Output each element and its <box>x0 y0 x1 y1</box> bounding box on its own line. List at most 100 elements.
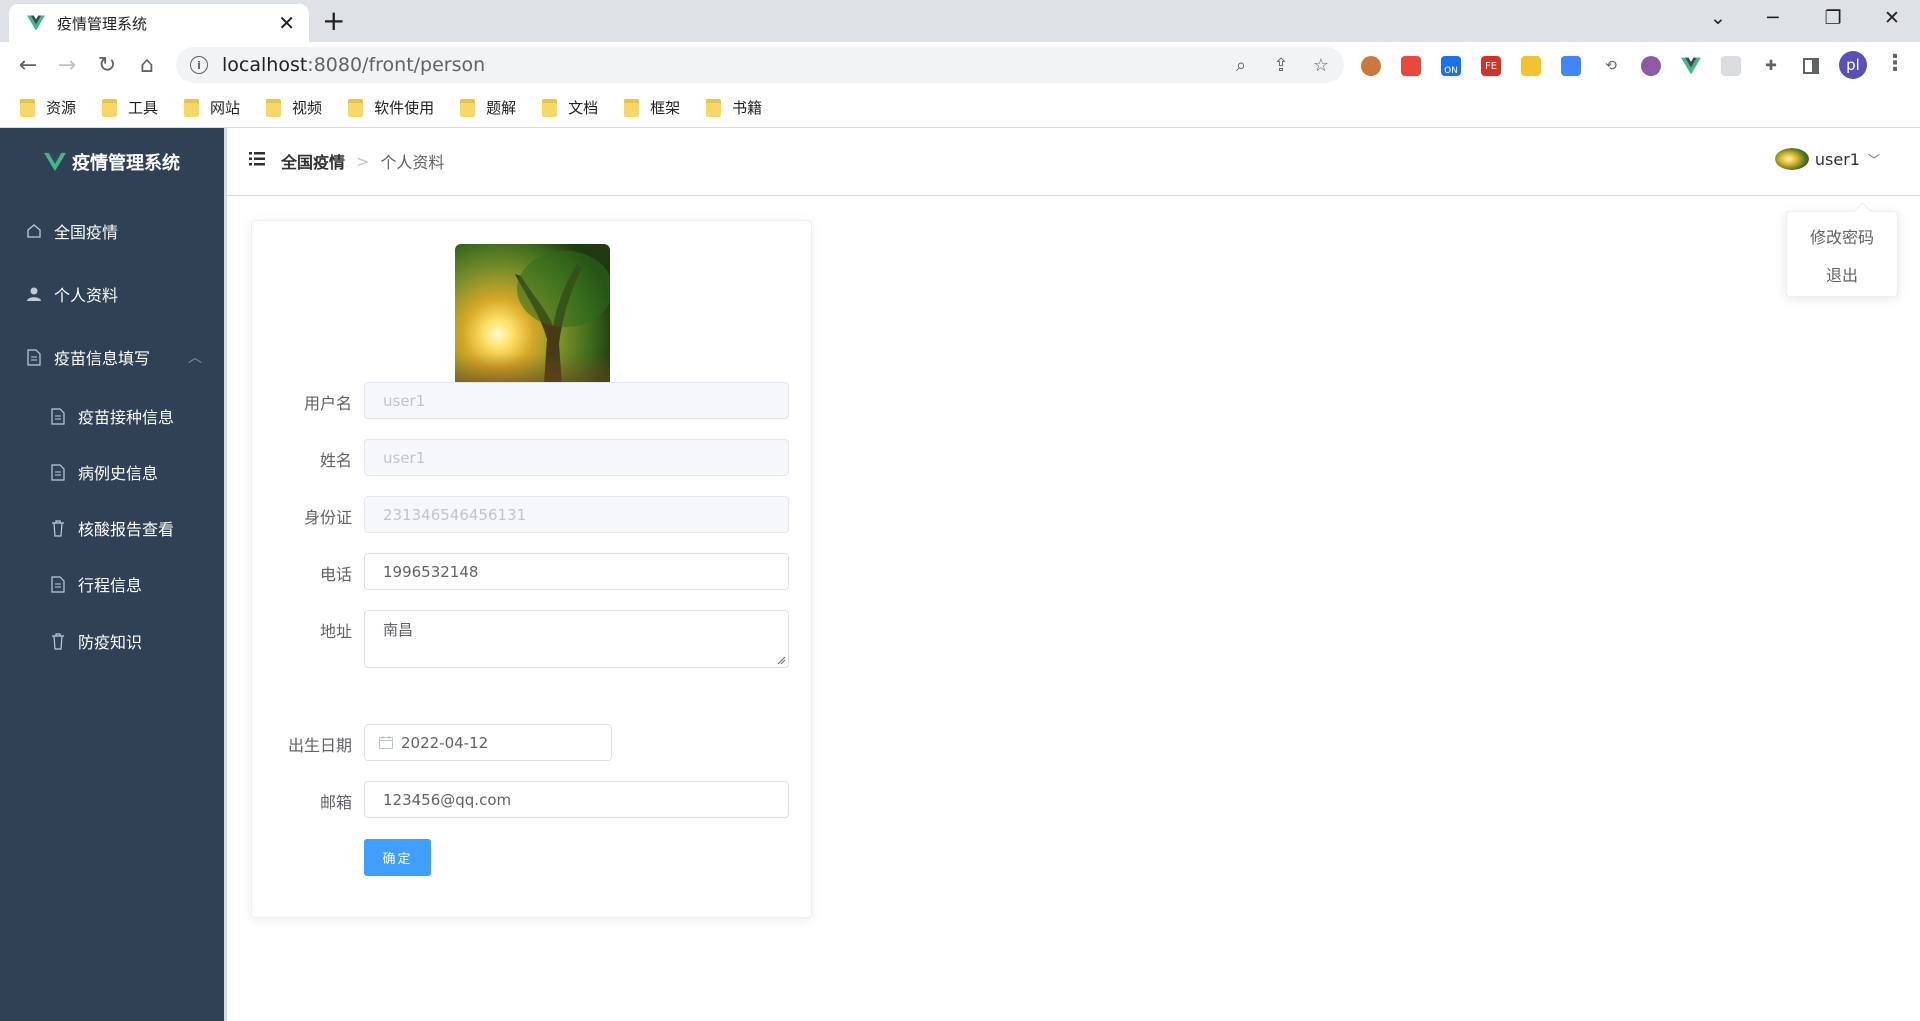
tab-search-icon[interactable]: ⌄ <box>1703 6 1733 30</box>
email-label: 邮箱 <box>319 793 352 812</box>
address-bar[interactable]: i localhost:8080/front/person ⌕ ⇪ ☆ <box>176 47 1344 83</box>
extension-download-icon[interactable] <box>1518 53 1544 79</box>
tab-title: 疫情管理系统 <box>57 14 148 33</box>
home-icon <box>26 222 42 240</box>
breadcrumb: 全国疫情 > 个人资料 <box>281 149 444 173</box>
vue-logo-icon <box>27 15 45 31</box>
bookmark-folder[interactable]: 书籍 <box>706 97 762 118</box>
user-menu-trigger[interactable]: user1 ﹀ <box>1774 148 1880 170</box>
back-button[interactable]: ← <box>14 51 42 79</box>
sidebar-item-travel-info[interactable]: 行程信息 <box>0 556 224 612</box>
minimize-button[interactable]: ─ <box>1758 6 1788 30</box>
folder-icon <box>266 98 282 117</box>
close-window-button[interactable]: ✕ <box>1877 6 1907 30</box>
sidebar-item-label: 全国疫情 <box>54 223 119 242</box>
sidebar-submenu-vaccine-info[interactable]: 疫苗信息填写 ︿ <box>0 329 224 385</box>
folder-icon <box>184 98 200 117</box>
profile-avatar[interactable]: pl <box>1839 51 1867 79</box>
resize-handle-icon[interactable] <box>777 656 786 665</box>
extension-monkey-icon[interactable] <box>1358 53 1384 79</box>
chevron-down-icon: ﹀ <box>1867 152 1880 167</box>
phone-label: 电话 <box>319 565 352 584</box>
bookmarks-bar: 资源 工具 网站 视频 软件使用 题解 文档 框架 书籍 <box>0 88 1920 128</box>
extension-cube-icon[interactable] <box>1398 53 1424 79</box>
breadcrumb-root[interactable]: 全国疫情 <box>281 149 345 173</box>
address-textarea[interactable]: 南昌 <box>364 610 789 668</box>
bookmark-folder[interactable]: 文档 <box>542 97 598 118</box>
hamburger-icon[interactable] <box>249 152 265 166</box>
change-password-menu-item[interactable]: 修改密码 <box>1787 217 1897 255</box>
extension-circle-icon[interactable] <box>1638 53 1664 79</box>
name-input[interactable]: user1 <box>364 439 789 476</box>
folder-icon <box>624 98 640 117</box>
document-icon <box>50 463 66 481</box>
side-panel-icon[interactable] <box>1798 53 1824 79</box>
document-icon <box>50 575 66 593</box>
browser-menu-icon[interactable]: ⋮ <box>1884 51 1906 76</box>
bookmark-star-icon[interactable]: ☆ <box>1308 53 1334 77</box>
bookmark-folder[interactable]: 软件使用 <box>348 97 434 118</box>
navbar: 全国疫情 > 个人资料 user1 ﹀ <box>227 128 1920 196</box>
document-icon <box>50 407 66 425</box>
extension-vue-devtools-icon[interactable] <box>1678 53 1704 79</box>
share-icon[interactable]: ⇪ <box>1268 53 1294 77</box>
restore-button[interactable]: ❐ <box>1818 6 1848 30</box>
extensions-puzzle-icon[interactable]: ✚ <box>1758 53 1784 79</box>
folder-icon <box>348 98 364 117</box>
close-tab-icon[interactable]: ✕ <box>278 13 295 33</box>
sidebar-brand[interactable]: 疫情管理系统 <box>0 128 224 196</box>
sidebar-item-profile[interactable]: 个人资料 <box>0 266 224 322</box>
bookmark-folder[interactable]: 工具 <box>102 97 158 118</box>
logout-menu-item[interactable]: 退出 <box>1787 255 1897 293</box>
sidebar-item-vaccination-info[interactable]: 疫苗接种信息 <box>0 388 224 444</box>
birthday-date-picker[interactable]: 2022-04-12 <box>364 724 612 761</box>
trash-icon <box>50 519 66 537</box>
zoom-icon[interactable]: ⌕ <box>1228 53 1254 77</box>
reload-button[interactable]: ↻ <box>93 51 121 79</box>
site-info-icon[interactable]: i <box>190 56 208 74</box>
bookmark-folder[interactable]: 框架 <box>624 97 680 118</box>
idcard-label: 身份证 <box>303 508 352 527</box>
sidebar-item-nucleic-report[interactable]: 核酸报告查看 <box>0 500 224 556</box>
folder-icon <box>460 98 476 117</box>
document-icon <box>26 348 42 366</box>
extension-on-icon[interactable]: ON <box>1438 53 1464 79</box>
profile-card: 用户名 user1 姓名 user1 身份证 231346546456131 电… <box>251 220 812 918</box>
email-input[interactable]: 123456@qq.com <box>364 781 789 818</box>
extension-translate-icon[interactable] <box>1558 53 1584 79</box>
bookmark-folder[interactable]: 视频 <box>266 97 322 118</box>
forward-button[interactable]: → <box>53 51 81 79</box>
address-value: 南昌 <box>383 621 414 639</box>
home-button[interactable]: ⌂ <box>133 51 161 79</box>
phone-input[interactable]: 1996532148 <box>364 553 789 590</box>
extension-reader-icon[interactable] <box>1718 53 1744 79</box>
browser-tab[interactable]: 疫情管理系统 ✕ <box>9 4 309 42</box>
folder-icon <box>20 98 35 117</box>
sidebar-item-prevention-knowledge[interactable]: 防疫知识 <box>0 613 224 669</box>
sidebar-item-label: 行程信息 <box>78 576 143 595</box>
extension-fe-icon[interactable]: FE <box>1478 53 1504 79</box>
bookmark-folder[interactable]: 网站 <box>184 97 240 118</box>
bookmark-folder[interactable]: 资源 <box>20 97 76 118</box>
sidebar-item-national-epidemic[interactable]: 全国疫情 <box>0 203 224 259</box>
brand-title: 疫情管理系统 <box>72 153 180 174</box>
folder-icon <box>102 98 118 117</box>
extension-sync-icon[interactable]: ⟲ <box>1598 53 1624 79</box>
confirm-button[interactable]: 确定 <box>364 839 431 876</box>
profile-photo[interactable] <box>455 244 610 399</box>
birthday-value: 2022-04-12 <box>401 733 489 752</box>
idcard-input[interactable]: 231346546456131 <box>364 496 789 533</box>
name-label: 姓名 <box>319 451 352 470</box>
folder-icon <box>542 98 558 117</box>
main-content: 全国疫情 > 个人资料 user1 ﹀ 修改密码 退出 用户名 user1 姓名… <box>224 128 1920 1021</box>
sidebar-item-label: 病例史信息 <box>78 464 159 483</box>
browser-tab-strip: 疫情管理系统 ✕ + ⌄ ─ ❐ ✕ <box>0 0 1920 42</box>
bookmark-folder[interactable]: 题解 <box>460 97 516 118</box>
sidebar-item-case-history[interactable]: 病例史信息 <box>0 444 224 500</box>
username-input[interactable]: user1 <box>364 382 789 419</box>
user-icon <box>26 285 42 303</box>
new-tab-button[interactable]: + <box>322 7 345 35</box>
username-label: 用户名 <box>303 394 352 413</box>
calendar-icon <box>379 736 393 749</box>
sidebar-item-label: 疫苗接种信息 <box>78 408 175 427</box>
